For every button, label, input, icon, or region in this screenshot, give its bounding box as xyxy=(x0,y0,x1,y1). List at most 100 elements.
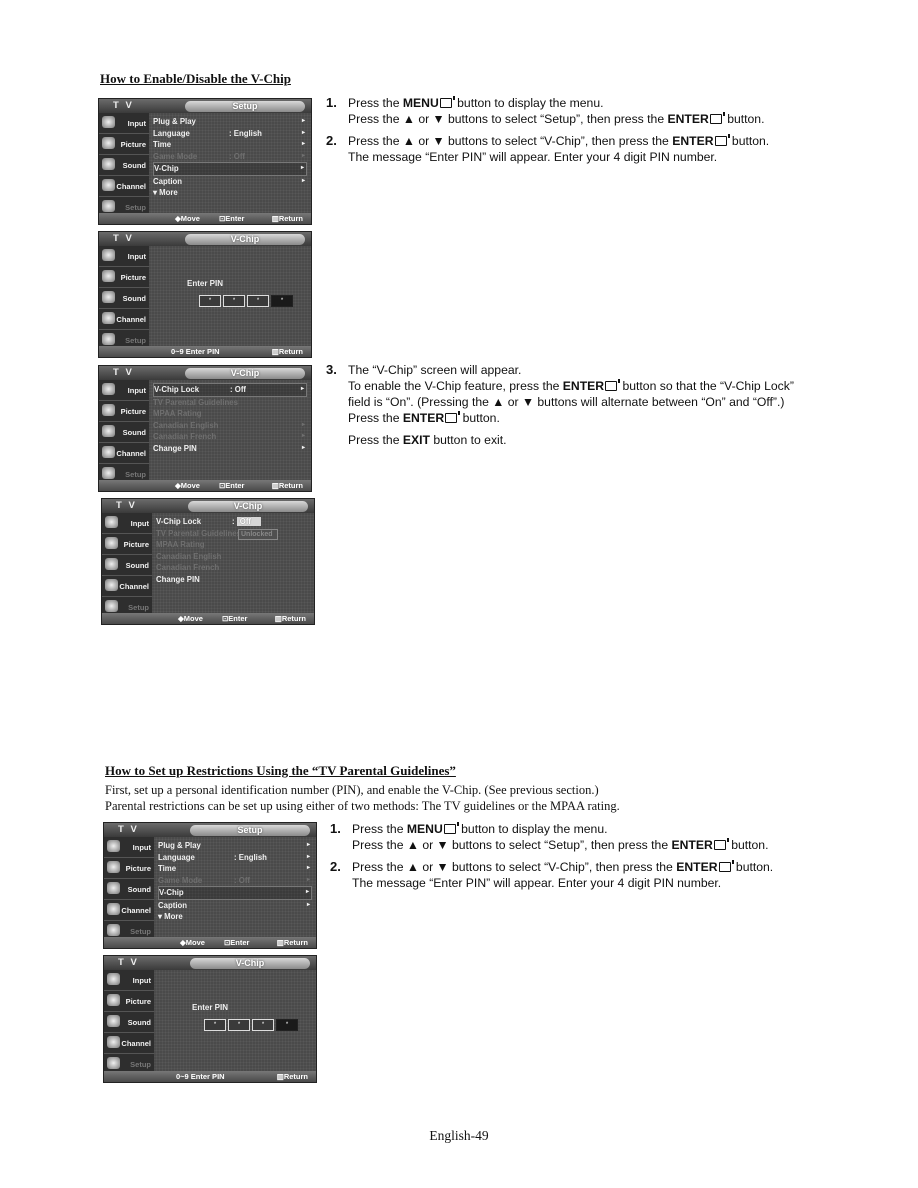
sidebar-item-input[interactable]: Input xyxy=(104,970,154,991)
menu-item-label: Caption xyxy=(158,900,188,910)
step-text: The message “Enter PIN” will appear. Ent… xyxy=(348,150,718,164)
osd-vchip-screen: T V V-Chip Input Picture Sound Channel Setup ◆M… xyxy=(98,365,312,492)
pin-digit[interactable]: * xyxy=(271,295,293,307)
menu-item[interactable]: Caption ▸ xyxy=(158,900,312,912)
menu-item: Canadian French xyxy=(156,562,310,574)
pin-digit[interactable]: * xyxy=(228,1019,250,1031)
hint-enter: ⊡Enter xyxy=(219,214,245,223)
chevron-right-icon: ▸ xyxy=(306,901,310,908)
vchip-lock-value[interactable]: : Off xyxy=(232,516,262,528)
sidebar-item-channel[interactable]: Channel xyxy=(102,576,152,597)
osd-vchip-lock-dropdown-screen: T V V-Chip Input Picture Sound Channel Setup ◆M… xyxy=(101,498,315,625)
step-number: 1. xyxy=(326,95,337,110)
step-line: The message “Enter PIN” will appear. Ent… xyxy=(352,875,850,891)
sidebar-item-picture[interactable]: Picture xyxy=(102,534,152,555)
menu-item-label: Change PIN xyxy=(156,574,200,584)
menu-item[interactable]: Plug & Play ▸ xyxy=(158,840,312,852)
menu-item[interactable]: Language: English ▸ xyxy=(158,852,312,864)
sidebar-item-input[interactable]: Input xyxy=(102,513,152,534)
menu-item-vchip-lock[interactable]: V-Chip Lock : Off xyxy=(156,516,310,528)
menu-item-label: V-Chip xyxy=(159,888,184,897)
sidebar-item-picture[interactable]: Picture xyxy=(99,401,149,422)
hint-return: ▥Return xyxy=(276,938,308,947)
osd-hint-bar: ◆Move ⊡Enter ▥Return xyxy=(99,480,311,491)
sidebar-item-label: Setup xyxy=(128,603,149,612)
step-line: field is “On”. (Pressing the ▲ or ▼ butt… xyxy=(348,395,785,409)
pin-digit[interactable]: * xyxy=(199,295,221,307)
osd-top-bar: T V V-Chip xyxy=(99,366,311,380)
menu-item-label: Canadian English xyxy=(153,420,219,430)
menu-item: Canadian English xyxy=(156,551,310,563)
button-name: ENTER xyxy=(667,112,709,126)
menu-item[interactable]: Caption ▸ xyxy=(153,176,307,188)
sidebar-item-channel[interactable]: Channel xyxy=(99,176,149,197)
sidebar-item-sound[interactable]: Sound xyxy=(104,879,154,900)
chevron-right-icon: ▸ xyxy=(301,141,305,147)
chevron-right-icon: ▸ xyxy=(306,842,310,848)
dropdown-option-unlocked[interactable]: Unlocked xyxy=(238,528,278,540)
hint-move: ◆Move xyxy=(175,214,200,223)
sidebar-item-input[interactable]: Input xyxy=(99,246,149,267)
menu-item[interactable]: Time ▸ xyxy=(153,139,307,151)
osd-title: V-Chip xyxy=(188,501,308,512)
menu-item[interactable]: Language: English ▸ xyxy=(153,128,307,140)
step-text: Press the xyxy=(348,96,403,110)
sidebar-item-label: Sound xyxy=(125,561,149,570)
steps-parental-1-2: 1. Press the MENU button to display the m… xyxy=(330,821,850,897)
tv-label: T V xyxy=(118,824,139,835)
setup-icon xyxy=(105,600,118,612)
menu-item[interactable]: Plug & Play ▸ xyxy=(153,116,307,128)
osd-hint-bar: 0~9 Enter PIN ▥Return xyxy=(104,1071,316,1082)
sidebar-item-sound[interactable]: Sound xyxy=(99,155,149,176)
pin-digit[interactable]: * xyxy=(247,295,269,307)
pin-input[interactable]: * * * * xyxy=(204,1013,300,1031)
sidebar-item-picture[interactable]: Picture xyxy=(99,267,149,288)
sidebar-item-sound[interactable]: Sound xyxy=(99,422,149,443)
sidebar-item-picture[interactable]: Picture xyxy=(99,134,149,155)
menu-item-label: Language xyxy=(153,128,190,138)
sidebar-item-sound[interactable]: Sound xyxy=(99,288,149,309)
sidebar-item-channel[interactable]: Channel xyxy=(99,309,149,330)
menu-item[interactable]: V-Chip Lock: Off ▸ xyxy=(153,383,307,397)
pin-input[interactable]: * * * * xyxy=(199,289,295,307)
menu-item[interactable]: Time ▸ xyxy=(158,863,312,875)
menu-item[interactable]: ▾ More xyxy=(158,911,312,923)
menu-item[interactable]: V-Chip ▸ xyxy=(153,162,307,176)
step-line: Press the ▲ or ▼ buttons to select “V-Ch… xyxy=(348,133,846,149)
sidebar-item-input[interactable]: Input xyxy=(99,113,149,134)
osd-hint-bar: 0~9 Enter PIN ▥Return xyxy=(99,346,311,357)
sidebar-item-channel[interactable]: Channel xyxy=(99,443,149,464)
menu-item-label: Time xyxy=(153,140,172,149)
sidebar-item-channel[interactable]: Channel xyxy=(104,1033,154,1054)
sidebar-item-channel[interactable]: Channel xyxy=(104,900,154,921)
menu-item-value: : Off xyxy=(229,151,246,161)
menu-item[interactable]: Change PIN xyxy=(156,574,310,586)
osd-setup-screen: T V Setup Input Picture Sound Channel Setup ◆Mo… xyxy=(98,98,312,225)
pin-digit[interactable]: * xyxy=(276,1019,298,1031)
sidebar-item-label: Sound xyxy=(127,885,151,894)
sidebar-item-input[interactable]: Input xyxy=(104,837,154,858)
sidebar-item-input[interactable]: Input xyxy=(99,380,149,401)
hint-move: ◆Move xyxy=(178,614,203,623)
step-text: button. xyxy=(732,860,774,874)
menu-item-label: V-Chip Lock xyxy=(156,517,202,526)
menu-item[interactable]: V-Chip ▸ xyxy=(158,886,312,900)
vchip-lock-selected-option[interactable]: Off xyxy=(236,517,262,526)
hint-return: ▥Return xyxy=(274,614,306,623)
sidebar-item-picture[interactable]: Picture xyxy=(104,858,154,879)
osd-menu-list: Plug & Play ▸ Language: English ▸ Time ▸ Game … xyxy=(153,116,307,199)
sidebar-item-picture[interactable]: Picture xyxy=(104,991,154,1012)
pin-digit[interactable]: * xyxy=(223,295,245,307)
menu-item[interactable]: Change PIN ▸ xyxy=(153,443,307,455)
sidebar-item-sound[interactable]: Sound xyxy=(104,1012,154,1033)
sound-icon xyxy=(102,158,115,170)
sidebar-item-sound[interactable]: Sound xyxy=(102,555,152,576)
menu-item-label: Change PIN xyxy=(153,443,197,453)
steps-enable-vchip-1-2: 1. Press the MENU button to display the m… xyxy=(326,95,846,171)
pin-digit[interactable]: * xyxy=(252,1019,274,1031)
step-line: The “V-Chip” screen will appear. xyxy=(348,363,522,377)
menu-item[interactable]: ▾ More xyxy=(153,187,307,199)
setup-icon xyxy=(102,333,115,345)
pin-digit[interactable]: * xyxy=(204,1019,226,1031)
sound-icon xyxy=(105,558,118,570)
